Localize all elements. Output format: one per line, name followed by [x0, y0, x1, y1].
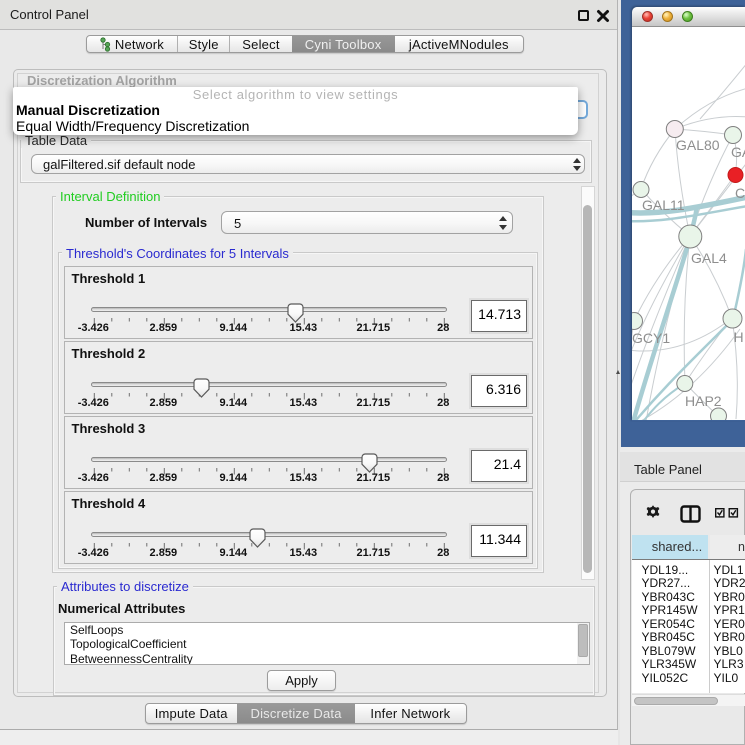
svg-text:GA: GA — [731, 144, 745, 160]
svg-text:GAL4: GAL4 — [691, 250, 727, 266]
svg-text:GAL11: GAL11 — [642, 197, 685, 213]
svg-text:GAL80: GAL80 — [676, 137, 720, 153]
svg-text:HAP2: HAP2 — [685, 393, 722, 409]
svg-text:GCY1: GCY1 — [632, 330, 670, 346]
svg-text:C: C — [735, 185, 745, 201]
svg-text:H: H — [734, 329, 744, 345]
